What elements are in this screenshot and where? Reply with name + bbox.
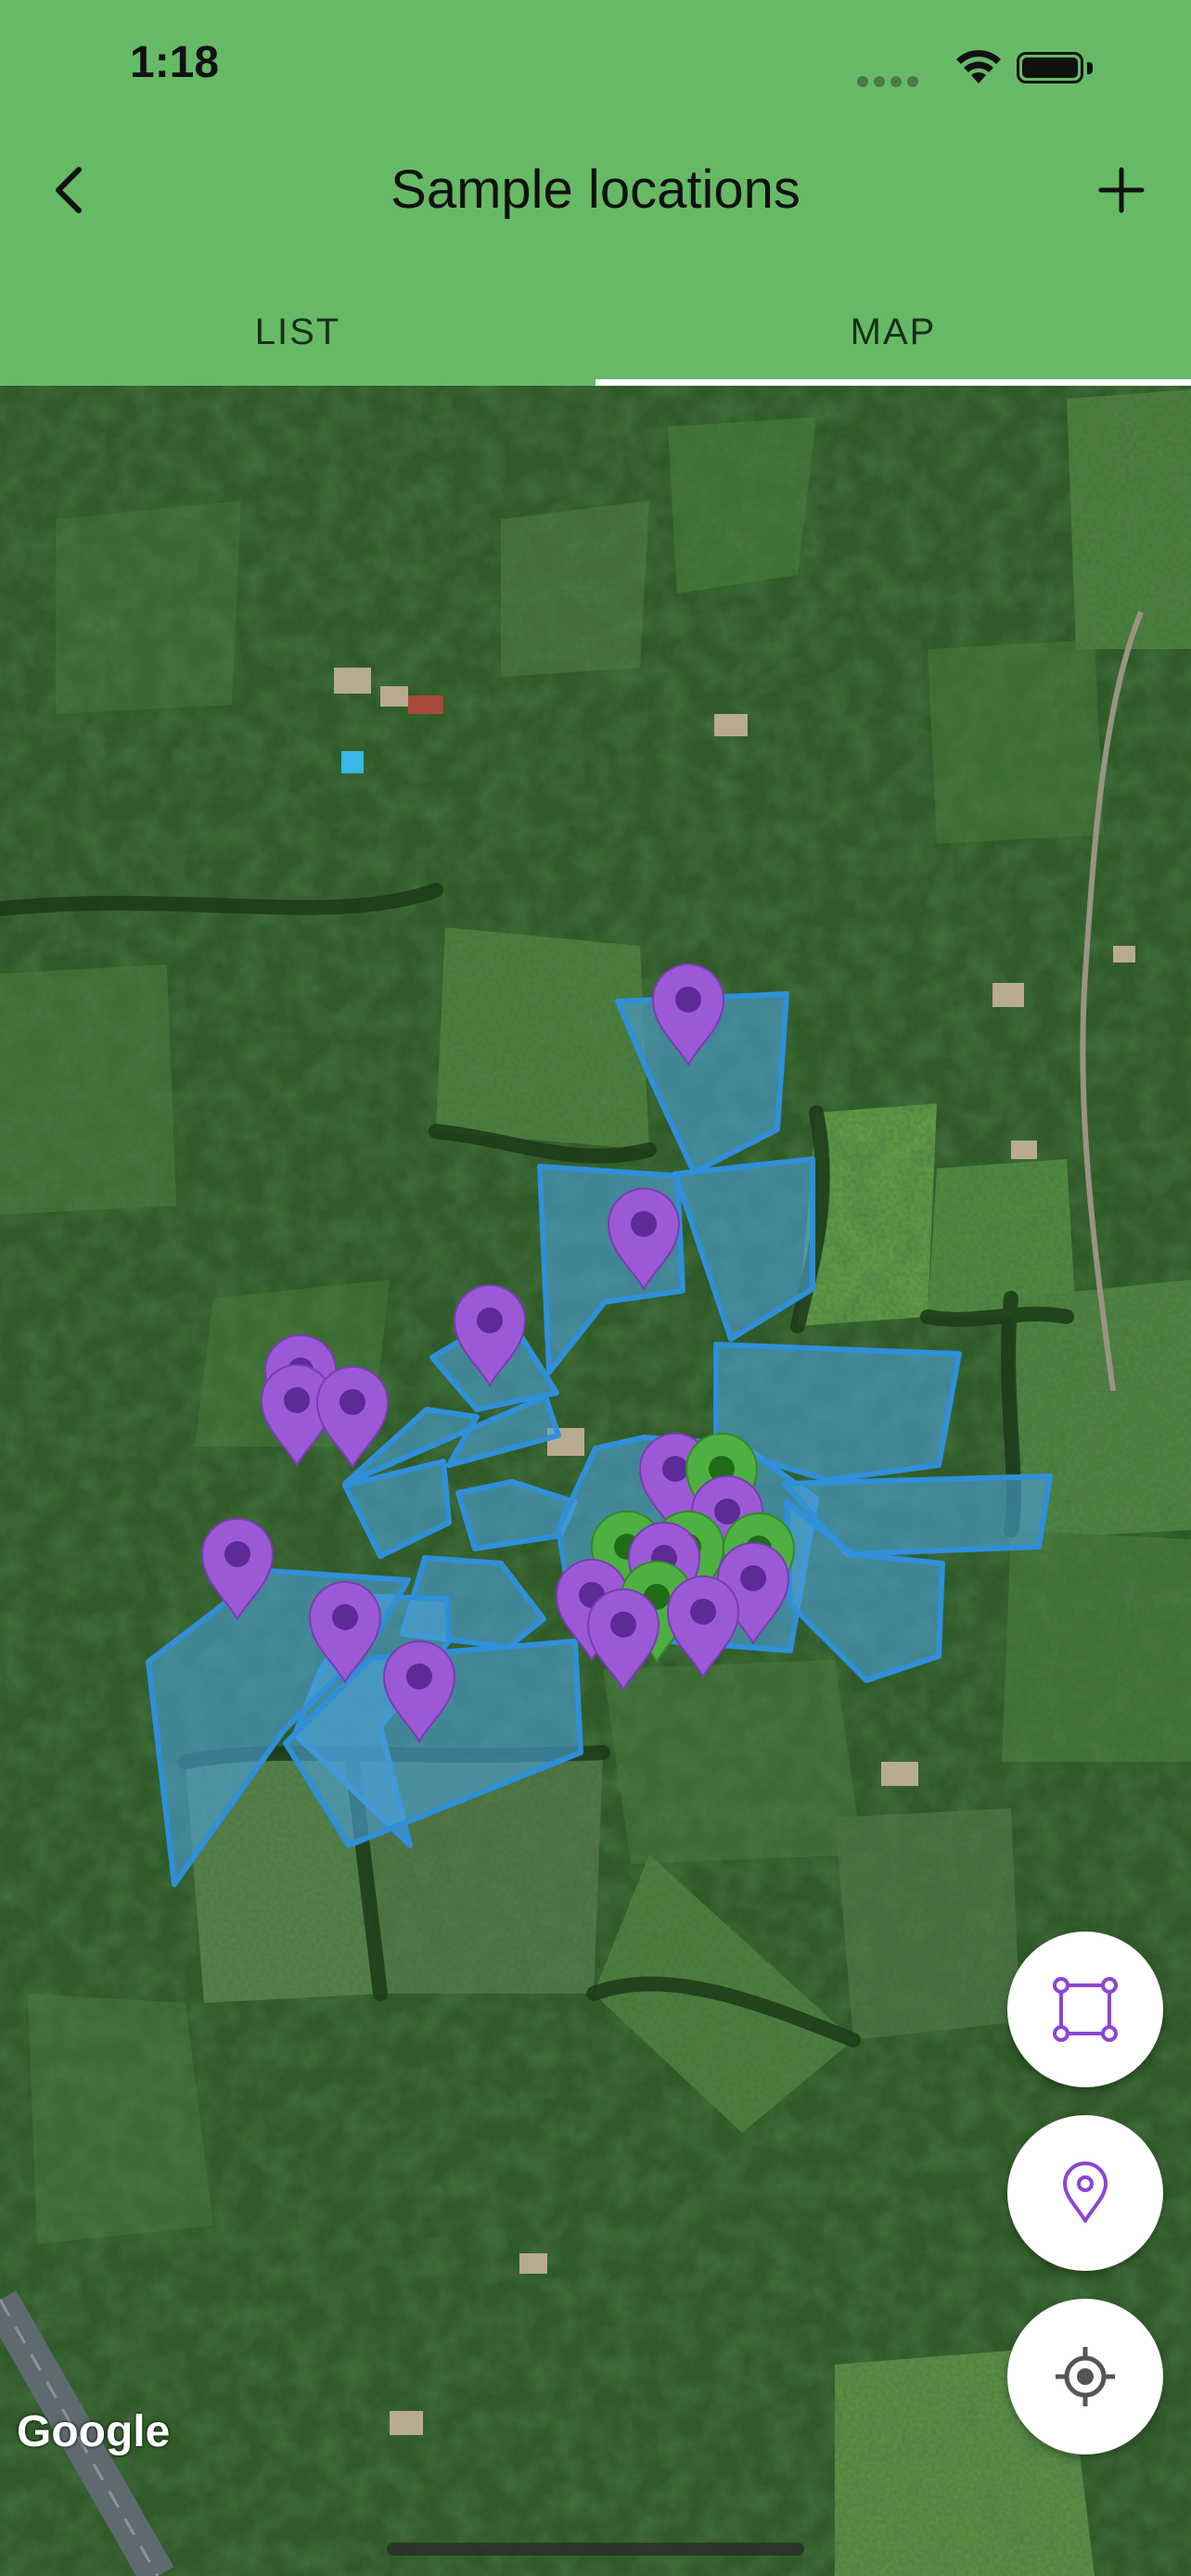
tab-bar: LIST MAP [0, 278, 1191, 386]
signal-dot-icon [874, 76, 885, 87]
battery-cap [1087, 62, 1093, 74]
tab-list[interactable]: LIST [0, 278, 596, 386]
add-button[interactable] [1089, 158, 1154, 223]
polygon-draw-icon [1053, 1977, 1118, 2042]
signal-dot-icon [907, 76, 918, 87]
swimming-pool [341, 751, 364, 773]
signal-dot-icon [857, 76, 868, 87]
map-canvas [0, 386, 1191, 2576]
satellite-map[interactable] [0, 386, 1191, 2576]
crosshair-location-icon [1056, 2347, 1115, 2406]
google-attribution: Google [17, 2407, 171, 2456]
tennis-court [408, 695, 443, 714]
tab-map[interactable]: MAP [596, 278, 1191, 386]
wifi-icon [956, 50, 1001, 83]
signal-dot-icon [890, 76, 902, 87]
draw-area-button[interactable] [1007, 1932, 1163, 2087]
my-location-button[interactable] [1007, 2299, 1163, 2455]
page-title: Sample locations [391, 159, 800, 220]
status-icons [857, 46, 1126, 88]
app-header: 1:18 Sample locations LIST MAP [0, 0, 1191, 386]
app-screen: 1:18 Sample locations LIST MAP Google [0, 0, 1191, 2576]
home-indicator[interactable] [387, 2543, 804, 2556]
status-time: 1:18 [130, 38, 220, 87]
plus-icon [1098, 167, 1145, 213]
add-pin-button[interactable] [1007, 2115, 1163, 2271]
map-pin-icon [1063, 2162, 1108, 2223]
battery-icon [1017, 52, 1083, 83]
